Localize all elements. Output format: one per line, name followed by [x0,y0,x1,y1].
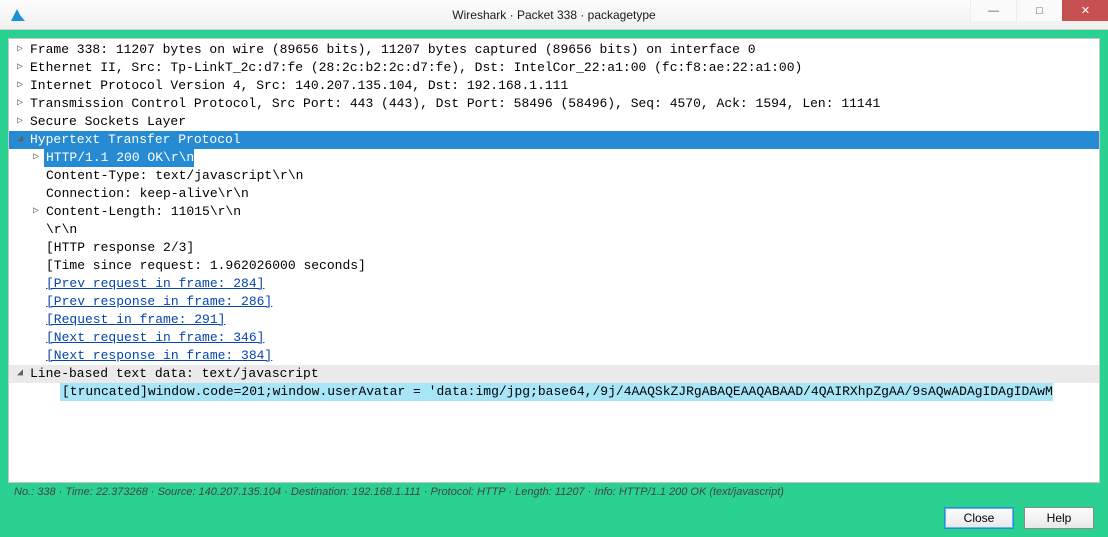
tree-spacer-icon: ▷ [29,349,43,363]
dialog-button-row: Close Help [8,505,1100,529]
expand-icon[interactable]: ▷ [13,97,27,111]
tree-row[interactable]: ▷Content-Type: text/javascript\r\n [9,167,1099,185]
expand-icon[interactable]: ▷ [13,43,27,57]
tree-label: Line-based text data: text/javascript [28,365,319,383]
collapse-icon[interactable]: ◢ [13,367,27,381]
tree-spacer-icon: ▷ [29,187,43,201]
tree-row[interactable]: ▷[Time since request: 1.962026000 second… [9,257,1099,275]
tree-label: HTTP/1.1 200 OK\r\n [44,149,194,167]
tree-label: Transmission Control Protocol, Src Port:… [28,95,880,113]
tree-row[interactable]: ▷Frame 338: 11207 bytes on wire (89656 b… [9,41,1099,59]
tree-row[interactable]: ▷[Next request in frame: 346] [9,329,1099,347]
tree-row[interactable]: ▷[Prev response in frame: 286] [9,293,1099,311]
tree-link[interactable]: [Prev request in frame: 284] [44,275,264,293]
tree-label: Content-Length: 11015\r\n [44,203,241,221]
window-close-button[interactable]: ✕ [1062,0,1108,21]
expand-icon[interactable]: ▷ [29,151,43,165]
tree-label: Secure Sockets Layer [28,113,186,131]
tree-spacer-icon: ▷ [29,313,43,327]
tree-spacer-icon: ▷ [29,169,43,183]
tree-row[interactable]: ▷Transmission Control Protocol, Src Port… [9,95,1099,113]
tree-row[interactable]: ▷Ethernet II, Src: Tp-LinkT_2c:d7:fe (28… [9,59,1099,77]
tree-spacer-icon: ▷ [45,385,59,399]
packet-tree: ▷Frame 338: 11207 bytes on wire (89656 b… [9,41,1099,401]
window-controls: — □ ✕ [970,0,1108,29]
tree-link[interactable]: [Next response in frame: 384] [44,347,272,365]
tree-row[interactable]: ▷[HTTP response 2/3] [9,239,1099,257]
tree-row[interactable]: ▷Connection: keep-alive\r\n [9,185,1099,203]
tree-label: [Time since request: 1.962026000 seconds… [44,257,366,275]
tree-label: Content-Type: text/javascript\r\n [44,167,303,185]
tree-row[interactable]: ▷Content-Length: 11015\r\n [9,203,1099,221]
tree-spacer-icon: ▷ [29,223,43,237]
tree-spacer-icon: ▷ [29,295,43,309]
tree-spacer-icon: ▷ [29,259,43,273]
collapse-icon[interactable]: ◢ [13,133,27,147]
tree-row[interactable]: ▷\r\n [9,221,1099,239]
window-titlebar: Wireshark · Packet 338 · packagetype — □… [0,0,1108,30]
expand-icon[interactable]: ▷ [13,61,27,75]
expand-icon[interactable]: ▷ [29,205,43,219]
dialog-body: ▷Frame 338: 11207 bytes on wire (89656 b… [0,30,1108,537]
tree-label: Hypertext Transfer Protocol [28,131,241,149]
tree-label: Frame 338: 11207 bytes on wire (89656 bi… [28,41,756,59]
tree-spacer-icon: ▷ [29,277,43,291]
tree-label: [HTTP response 2/3] [44,239,194,257]
tree-row[interactable]: ▷Internet Protocol Version 4, Src: 140.2… [9,77,1099,95]
status-bar: No.: 338 · Time: 22.373268 · Source: 140… [8,483,1100,505]
tree-label: [truncated]window.code=201;window.userAv… [60,383,1053,401]
tree-row[interactable]: ▷[Next response in frame: 384] [9,347,1099,365]
close-button[interactable]: Close [944,507,1014,529]
expand-icon[interactable]: ▷ [13,115,27,129]
tree-row[interactable]: ▷[truncated]window.code=201;window.userA… [9,383,1099,401]
expand-icon[interactable]: ▷ [13,79,27,93]
packet-tree-scroll[interactable]: ▷Frame 338: 11207 bytes on wire (89656 b… [9,39,1099,482]
tree-spacer-icon: ▷ [29,241,43,255]
window-title: Wireshark · Packet 338 · packagetype [452,8,655,22]
maximize-button[interactable]: □ [1016,0,1062,21]
tree-link[interactable]: [Prev response in frame: 286] [44,293,272,311]
tree-row[interactable]: ◢Hypertext Transfer Protocol [9,131,1099,149]
tree-link[interactable]: [Next request in frame: 346] [44,329,264,347]
minimize-button[interactable]: — [970,0,1016,21]
packet-details-panel: ▷Frame 338: 11207 bytes on wire (89656 b… [8,38,1100,483]
tree-link[interactable]: [Request in frame: 291] [44,311,225,329]
tree-spacer-icon: ▷ [29,331,43,345]
help-button[interactable]: Help [1024,507,1094,529]
wireshark-fin-icon [8,5,28,25]
tree-label: Internet Protocol Version 4, Src: 140.20… [28,77,568,95]
tree-label: Ethernet II, Src: Tp-LinkT_2c:d7:fe (28:… [28,59,802,77]
tree-row[interactable]: ▷Secure Sockets Layer [9,113,1099,131]
tree-row[interactable]: ▷[Prev request in frame: 284] [9,275,1099,293]
tree-row[interactable]: ▷[Request in frame: 291] [9,311,1099,329]
tree-row[interactable]: ▷HTTP/1.1 200 OK\r\n [9,149,1099,167]
tree-label: \r\n [44,221,77,239]
tree-label: Connection: keep-alive\r\n [44,185,249,203]
tree-row[interactable]: ◢Line-based text data: text/javascript [9,365,1099,383]
